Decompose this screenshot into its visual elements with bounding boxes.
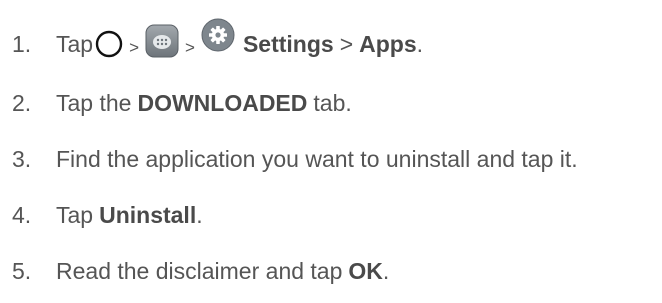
step-text: . <box>382 257 390 284</box>
step-number: 2. <box>12 89 32 116</box>
home-circle-icon <box>95 30 123 58</box>
step-number: 4. <box>12 201 32 228</box>
step-4: 4. Tap Uninstall . <box>12 195 203 235</box>
step-3: 3. Find the application you want to unin… <box>12 139 578 179</box>
apps-grid-icon <box>145 24 179 58</box>
step-number: 1. <box>12 30 32 57</box>
downloaded-label: DOWNLOADED <box>137 89 308 116</box>
step-text: . <box>196 201 203 228</box>
apps-label: Apps <box>359 30 417 57</box>
separator: > <box>339 30 354 57</box>
step-end: . <box>416 30 424 57</box>
step-text: Read the disclaimer and tap <box>56 257 343 284</box>
ok-label: OK <box>348 257 383 284</box>
step-text: tab. <box>313 89 352 116</box>
uninstall-label: Uninstall <box>99 201 197 228</box>
separator: > <box>185 38 195 57</box>
step-text-tap: Tap <box>56 30 94 57</box>
step-text: Tap the <box>56 89 132 116</box>
step-text: Find the application you want to uninsta… <box>56 145 578 172</box>
separator: > <box>129 38 140 57</box>
step-number: 5. <box>12 257 32 284</box>
step-1: 1. Tap > > Settings > Apps . <box>12 18 424 64</box>
settings-label: Settings <box>242 30 334 57</box>
step-text: Tap <box>56 201 94 228</box>
settings-gear-icon <box>201 18 235 52</box>
step-2: 2. Tap the DOWNLOADED tab. <box>12 83 352 123</box>
step-5: 5. Read the disclaimer and tap OK . <box>12 251 389 291</box>
step-number: 3. <box>12 145 32 172</box>
